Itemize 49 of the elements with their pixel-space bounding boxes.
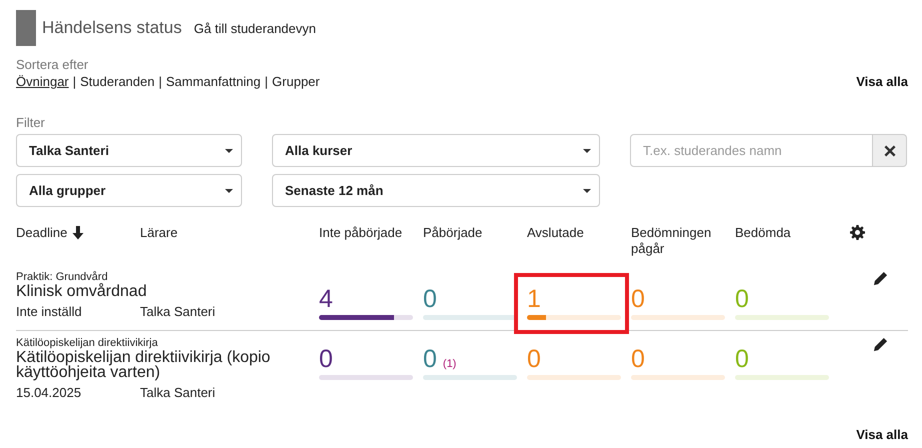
search-field[interactable]: T.ex. studerandes namn [630, 134, 873, 167]
column-header: Bedömningen pågår [631, 225, 712, 257]
edit-icon[interactable] [873, 271, 888, 286]
column-header: Lärare [140, 225, 179, 241]
dropdown[interactable]: Alla kurser [272, 134, 600, 167]
assignment-title[interactable]: Kätilöopiskelijan direktiivikirja (kopio käyttöohjeita varten) [16, 350, 309, 383]
sort-link[interactable]: Grupper [272, 73, 320, 91]
separator: | [158, 73, 162, 91]
page-title: Händelsens status [42, 18, 182, 38]
caret-icon [225, 148, 233, 152]
sort-link[interactable]: Övningar [16, 73, 69, 91]
title-marker [16, 10, 36, 46]
sort-arrow-icon [72, 226, 84, 240]
show-all-link[interactable]: Visa alla [856, 73, 908, 91]
filter-label: Filter [16, 115, 46, 131]
count-value[interactable]: 0 [423, 285, 437, 313]
deadline-text: 15.04.2025 [16, 385, 82, 401]
show-all-link[interactable]: Visa alla [856, 427, 908, 442]
teacher-name: Talka Santeri [140, 385, 216, 401]
clear-button[interactable] [873, 134, 907, 167]
edit-icon[interactable] [873, 337, 888, 352]
count-note: (1) [442, 358, 456, 370]
column-header[interactable]: Deadline [16, 225, 68, 241]
count-value[interactable]: 0 [423, 345, 437, 373]
settings-icon[interactable] [850, 225, 865, 240]
dropdown[interactable]: Senaste 12 mån [272, 174, 600, 207]
deadline-text: Inte inställd [16, 304, 83, 320]
caret-icon [583, 188, 591, 192]
separator: | [72, 73, 76, 91]
column-header: Inte påbörjade [319, 225, 404, 241]
column-header: Bedömda [735, 225, 792, 241]
caret-icon [583, 148, 591, 152]
sort-link[interactable]: Studeranden [80, 73, 155, 91]
dropdown[interactable]: Alla grupper [16, 174, 242, 207]
assignment-title[interactable]: Klinisk omvårdnad [16, 284, 309, 302]
count-value[interactable]: 0 [319, 345, 333, 373]
course-name: Kätilöopiskelijan direktiivikirja [16, 337, 159, 350]
count-value[interactable]: 4 [319, 285, 333, 313]
student-view-link[interactable]: Gå till studerandevyn [194, 20, 316, 36]
column-header: Avslutade [527, 225, 585, 241]
teacher-name: Talka Santeri [140, 304, 216, 320]
column-header: Påbörjade [423, 225, 484, 241]
dropdown[interactable]: Talka Santeri [16, 134, 242, 167]
close-icon [884, 144, 896, 156]
separator: | [264, 73, 268, 91]
course-name: Praktik: Grundvård [16, 271, 109, 283]
sort-label: Sortera efter [16, 57, 90, 73]
sort-link[interactable]: Sammanfattning [166, 73, 261, 91]
caret-icon [225, 188, 233, 192]
